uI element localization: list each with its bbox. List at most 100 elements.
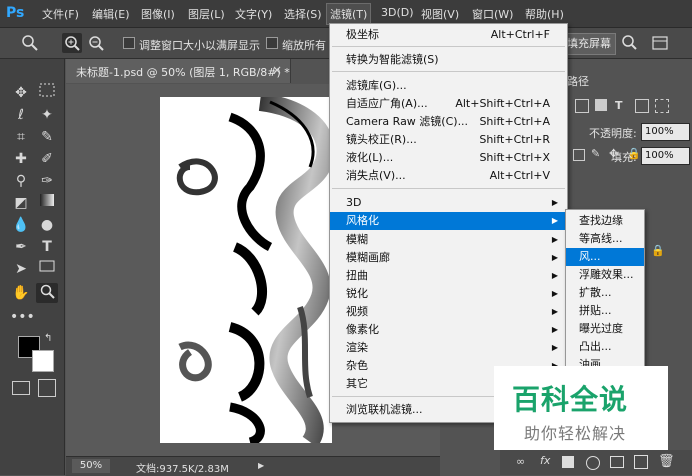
brush-tool-icon[interactable]: ✐ xyxy=(36,149,58,169)
document-canvas[interactable] xyxy=(160,97,332,443)
opacity-label: 不透明度: xyxy=(589,127,637,140)
more-tools-icon[interactable]: ••• xyxy=(10,307,35,327)
new-layer-icon[interactable] xyxy=(634,455,648,469)
blur-tool-icon[interactable]: 💧 xyxy=(10,215,32,235)
menu-filter[interactable]: 滤镜(T) xyxy=(326,3,372,25)
opacity-input[interactable]: 100% xyxy=(641,123,690,141)
zoom-all-checkbox[interactable] xyxy=(266,37,278,49)
menu-item-render[interactable]: 渲染 ▶ xyxy=(330,339,567,357)
lasso-tool-icon[interactable]: ℓ xyxy=(10,105,32,125)
menu-edit[interactable]: 编辑(E) xyxy=(92,6,130,22)
dodge-tool-icon[interactable]: ● xyxy=(36,215,58,235)
crop-tool-icon[interactable]: ⌗ xyxy=(10,127,32,147)
eyedropper-icon[interactable]: ✎ xyxy=(36,127,58,147)
link-layers-icon[interactable]: ∞ xyxy=(516,455,525,468)
menu-image[interactable]: 图像(I) xyxy=(141,6,175,22)
submenu-arrow-icon: ▶ xyxy=(551,216,558,225)
gradient-tool-icon[interactable] xyxy=(36,193,58,213)
fill-label: 填充: xyxy=(611,151,637,164)
zoom-tool-icon[interactable] xyxy=(20,33,40,53)
swap-colors-icon[interactable]: ↰ xyxy=(44,333,52,344)
workspace-icon[interactable] xyxy=(650,33,670,53)
menu-item-distort[interactable]: 扭曲 ▶ xyxy=(330,267,567,285)
menu-item-polar[interactable]: 极坐标 Alt+Ctrl+F xyxy=(330,26,567,44)
filter-pixel-icon[interactable] xyxy=(575,99,589,113)
menu-file[interactable]: 文件(F) xyxy=(42,6,79,22)
zoom-level-field[interactable]: 50% xyxy=(72,459,110,473)
zoom-all-label: 缩放所有 xyxy=(282,39,326,52)
screen-mode-icon[interactable] xyxy=(38,379,56,397)
hand-tool-icon[interactable]: ✋ xyxy=(10,283,32,303)
submenu-item-wind[interactable]: 风... xyxy=(566,248,644,266)
menu-item-camera-raw[interactable]: Camera Raw 滤镜(C)... Shift+Ctrl+A xyxy=(330,113,567,131)
menu-item-lens-correction[interactable]: 镜头校正(R)... Shift+Ctrl+R xyxy=(330,131,567,149)
menu-item-adaptive-wide[interactable]: 自适应广角(A)... Alt+Shift+Ctrl+A xyxy=(330,95,567,113)
status-menu-arrow-icon[interactable]: ▶ xyxy=(258,461,264,470)
status-bar: 50% 文档:937.5K/2.83M ▶ xyxy=(66,456,440,476)
lock-brush-icon[interactable]: ✎ xyxy=(591,147,600,160)
menu-item-sharpen[interactable]: 锐化 ▶ xyxy=(330,285,567,303)
marquee-tool-icon[interactable] xyxy=(36,83,58,103)
resize-window-checkbox[interactable] xyxy=(123,37,135,49)
filter-type-icon[interactable]: T xyxy=(615,99,623,112)
fill-input[interactable]: 100% xyxy=(641,147,690,165)
submenu-item-solarize[interactable]: 曝光过度 xyxy=(566,320,644,338)
menu-3d[interactable]: 3D(D) xyxy=(381,6,414,19)
close-tab-icon[interactable]: × xyxy=(272,63,282,77)
zoom-out-icon[interactable] xyxy=(86,33,106,53)
paths-tab[interactable]: 路径 xyxy=(567,73,589,89)
menu-item-filter-gallery[interactable]: 滤镜库(G)... xyxy=(330,77,567,95)
document-tab[interactable]: 未标题-1.psd @ 50% (图层 1, RGB/8#) * × xyxy=(66,59,291,83)
quick-mask-icon[interactable] xyxy=(12,381,30,395)
pen-tool-icon[interactable]: ✒ xyxy=(10,237,32,257)
filter-adjust-icon[interactable] xyxy=(595,99,607,111)
menu-separator xyxy=(332,188,565,189)
submenu-item-find-edges[interactable]: 查找边缘 xyxy=(566,212,644,230)
add-mask-icon[interactable] xyxy=(562,456,574,468)
menu-layer[interactable]: 图层(L) xyxy=(188,6,225,22)
search-icon[interactable] xyxy=(620,33,640,53)
background-color-swatch[interactable] xyxy=(32,350,54,372)
filter-shape-icon[interactable] xyxy=(635,99,649,113)
menu-item-3d[interactable]: 3D ▶ xyxy=(330,194,567,212)
menu-item-blur-gallery[interactable]: 模糊画廊 ▶ xyxy=(330,249,567,267)
document-info: 文档:937.5K/2.83M xyxy=(136,464,229,475)
menu-item-stylize[interactable]: 风格化 ▶ xyxy=(330,212,567,230)
healing-brush-icon[interactable]: ✚ xyxy=(10,149,32,169)
menu-item-pixelate[interactable]: 像素化 ▶ xyxy=(330,321,567,339)
submenu-item-extrude[interactable]: 凸出... xyxy=(566,338,644,356)
fill-screen-button[interactable]: 填充屏幕 xyxy=(562,33,616,55)
delete-layer-icon[interactable]: 🗑 xyxy=(658,454,675,469)
submenu-item-emboss[interactable]: 浮雕效果... xyxy=(566,266,644,284)
magic-wand-icon[interactable]: ✦ xyxy=(36,105,58,125)
eraser-tool-icon[interactable]: ◩ xyxy=(10,193,32,213)
menu-select[interactable]: 选择(S) xyxy=(284,6,322,22)
menu-item-smart-filter[interactable]: 转换为智能滤镜(S) xyxy=(330,51,567,69)
history-brush-icon[interactable]: ✑ xyxy=(36,171,58,191)
path-select-icon[interactable]: ➤ xyxy=(10,259,32,279)
shape-tool-icon[interactable] xyxy=(36,259,58,279)
zoom-tool-selected-icon[interactable] xyxy=(36,283,58,303)
lock-pixels-icon[interactable] xyxy=(573,149,585,161)
submenu-item-diffuse[interactable]: 扩散... xyxy=(566,284,644,302)
submenu-item-tiles[interactable]: 拼贴... xyxy=(566,302,644,320)
type-tool-icon[interactable]: T xyxy=(36,237,58,257)
document-title: 未标题-1.psd @ 50% (图层 1, RGB/8#) * xyxy=(76,66,290,79)
stamp-tool-icon[interactable]: ⚲ xyxy=(10,171,32,191)
menu-help[interactable]: 帮助(H) xyxy=(525,6,564,22)
menu-item-video[interactable]: 视频 ▶ xyxy=(330,303,567,321)
zoom-in-icon[interactable] xyxy=(62,33,82,53)
adjustment-layer-icon[interactable] xyxy=(586,456,600,470)
menu-window[interactable]: 窗口(W) xyxy=(472,6,513,22)
menu-item-liquify[interactable]: 液化(L)... Shift+Ctrl+X xyxy=(330,149,567,167)
menu-view[interactable]: 视图(V) xyxy=(421,6,459,22)
resize-window-label: 调整窗口大小以满屏显示 xyxy=(139,39,260,52)
submenu-item-contour[interactable]: 等高线... xyxy=(566,230,644,248)
menu-type[interactable]: 文字(Y) xyxy=(235,6,272,22)
fx-icon[interactable]: fx xyxy=(540,454,550,467)
filter-smart-icon[interactable] xyxy=(655,99,669,113)
menu-item-vanishing-point[interactable]: 消失点(V)... Alt+Ctrl+V xyxy=(330,167,567,185)
move-tool-icon[interactable]: ✥ xyxy=(10,83,32,103)
new-group-icon[interactable] xyxy=(610,456,624,468)
menu-item-blur[interactable]: 模糊 ▶ xyxy=(330,231,567,249)
